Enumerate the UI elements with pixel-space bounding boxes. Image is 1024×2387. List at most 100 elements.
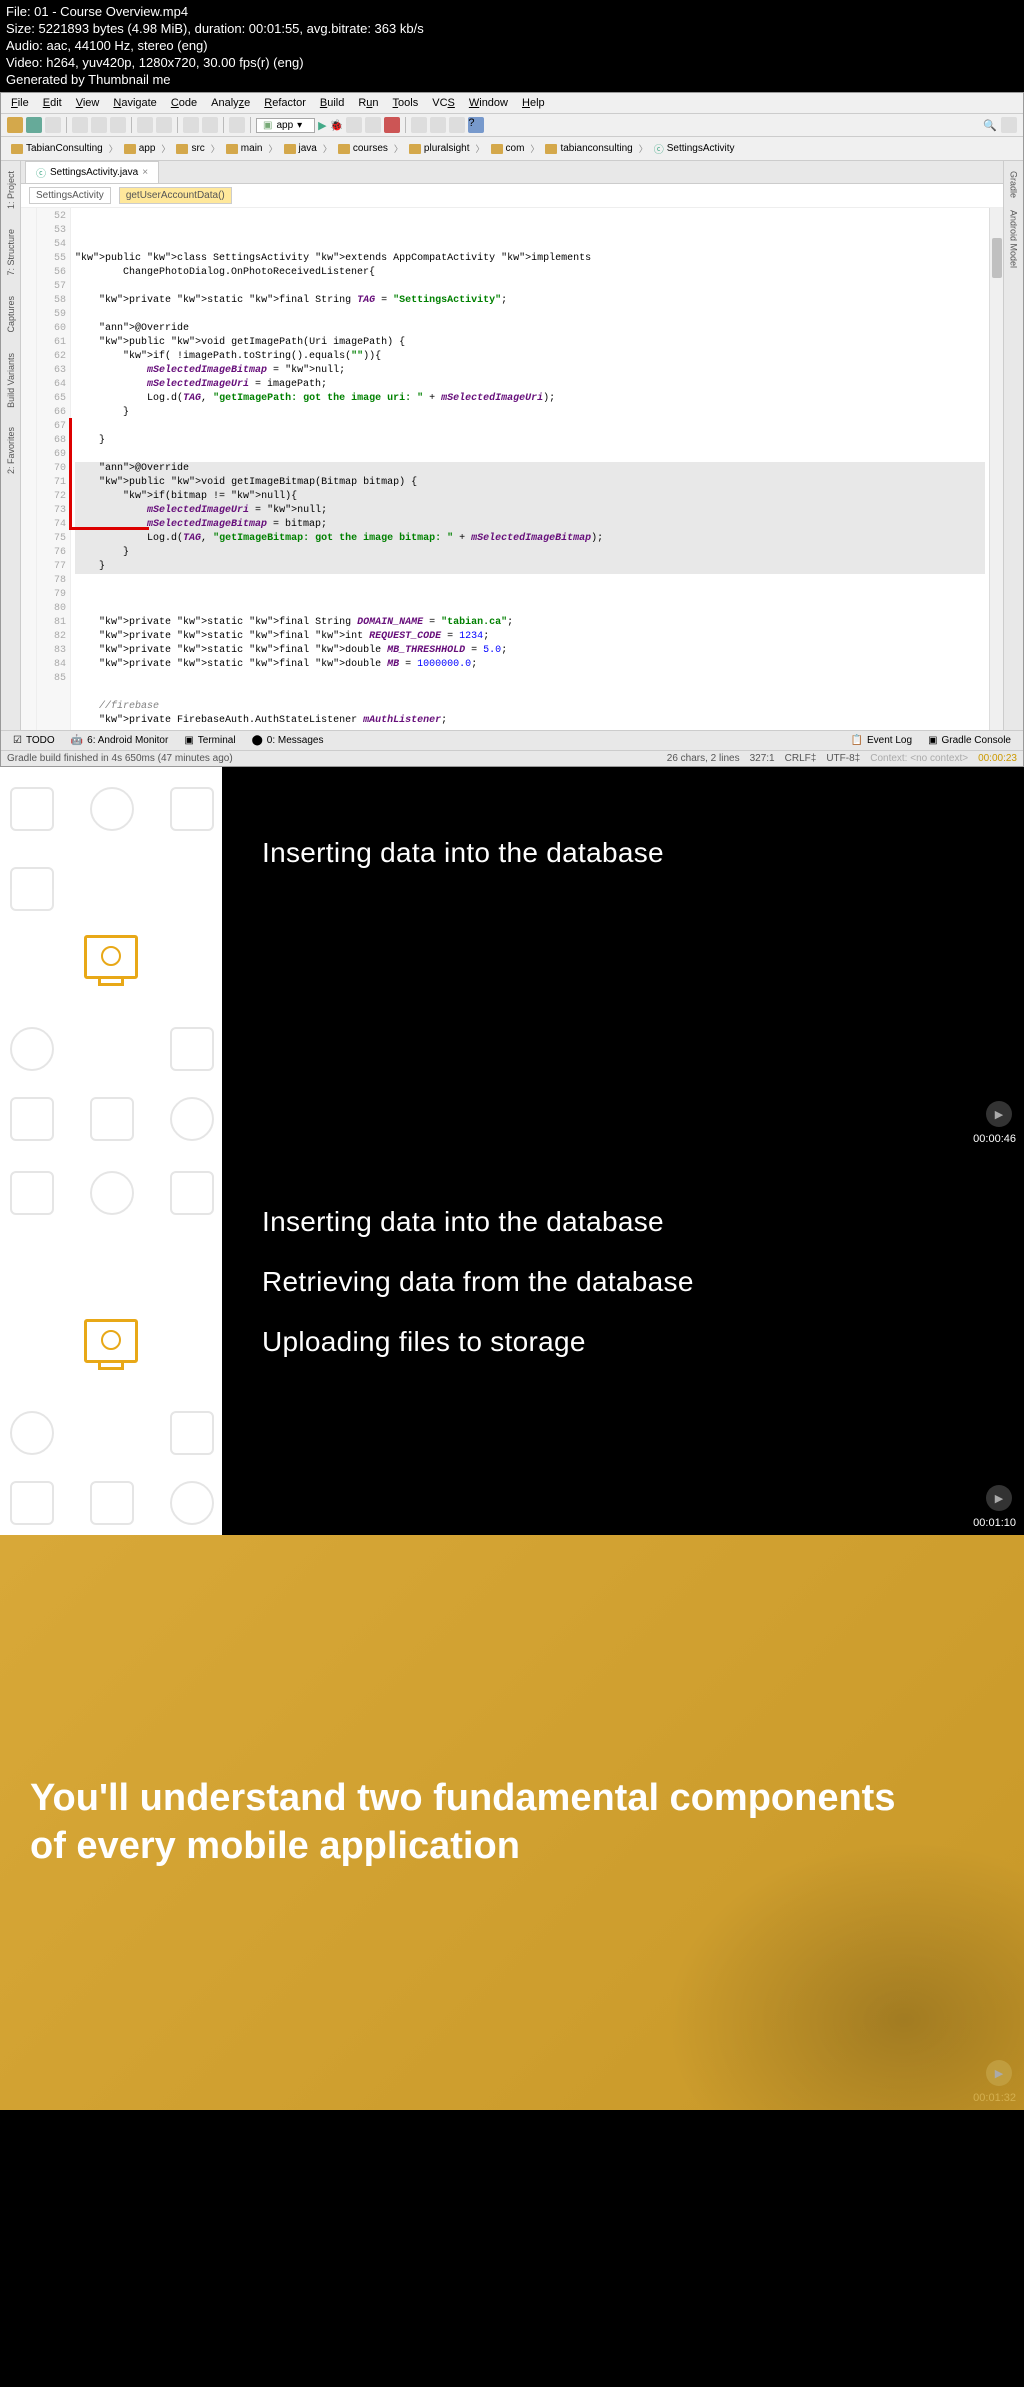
menu-run[interactable]: Run (352, 95, 384, 111)
close-icon[interactable]: × (142, 167, 148, 178)
debug-icon[interactable]: 🐞 (330, 119, 344, 132)
tab-event-log[interactable]: 📋 Event Log (843, 733, 921, 748)
bc-pluralsight[interactable]: pluralsight (405, 142, 474, 155)
gutter-icons (21, 208, 37, 730)
menubar: File Edit View Navigate Code Analyze Ref… (1, 93, 1023, 114)
bc-main[interactable]: main (222, 142, 267, 155)
tab-build-variants[interactable]: Build Variants (4, 347, 18, 414)
menu-file[interactable]: File (5, 95, 35, 111)
tab-gradle-console[interactable]: ▣ Gradle Console (920, 733, 1019, 748)
slide-content: Inserting data into the database (222, 767, 1024, 1151)
bc-src[interactable]: src (172, 142, 208, 155)
bc-project[interactable]: TabianConsulting (7, 142, 107, 155)
bc-class[interactable]: ⓒSettingsActivity (650, 140, 739, 157)
member-breadcrumb: SettingsActivity getUserAccountData() (21, 184, 1003, 208)
menu-code[interactable]: Code (165, 95, 203, 111)
bc-courses[interactable]: courses (334, 142, 392, 155)
status-encoding[interactable]: UTF-8‡ (826, 753, 860, 764)
tab-terminal[interactable]: ▣ Terminal (176, 733, 243, 748)
slide-line-3: Uploading files to storage (262, 1326, 984, 1358)
crumb-class[interactable]: SettingsActivity (29, 187, 111, 204)
tab-captures[interactable]: Captures (4, 290, 18, 339)
status-time: 00:00:23 (978, 753, 1017, 764)
avd-icon[interactable] (411, 117, 427, 133)
tab-project[interactable]: 1: Project (4, 165, 18, 215)
slide-left-panel (0, 767, 222, 1151)
bc-pkg[interactable]: tabianconsulting (541, 142, 636, 155)
scroll-thumb[interactable] (992, 238, 1002, 278)
cut-icon[interactable] (72, 117, 88, 133)
code-content[interactable]: "kw">public "kw">class SettingsActivity … (71, 208, 989, 730)
slide-content: Inserting data into the database Retriev… (222, 1151, 1024, 1535)
help-icon[interactable]: ? (468, 117, 484, 133)
chevron-down-icon: ▾ (297, 120, 302, 131)
menu-window[interactable]: Window (463, 95, 514, 111)
crumb-method[interactable]: getUserAccountData() (119, 187, 232, 204)
menu-vcs[interactable]: VCS (426, 95, 461, 111)
settings-icon[interactable] (449, 117, 465, 133)
hex-monitor-icon (41, 1271, 181, 1411)
slide-line-2: Retrieving data from the database (262, 1266, 984, 1298)
editor-tabs: ⓒ SettingsActivity.java × (21, 161, 1003, 184)
slide-3: You'll understand two fundamental compon… (0, 1535, 1024, 2110)
status-line-sep[interactable]: CRLF‡ (785, 753, 817, 764)
menu-help[interactable]: Help (516, 95, 551, 111)
open-icon[interactable] (7, 117, 23, 133)
forward-icon[interactable] (202, 117, 218, 133)
filter-icon[interactable] (1001, 117, 1017, 133)
timestamp: 00:01:32 (973, 2092, 1016, 2104)
ide-window: File Edit View Navigate Code Analyze Ref… (0, 92, 1024, 767)
status-context: Context: <no context> (870, 753, 968, 764)
save-icon[interactable] (26, 117, 42, 133)
timestamp: 00:00:46 (973, 1133, 1016, 1145)
vertical-scrollbar[interactable] (989, 208, 1003, 730)
menu-tools[interactable]: Tools (387, 95, 425, 111)
menu-refactor[interactable]: Refactor (258, 95, 312, 111)
attach-icon[interactable] (365, 117, 381, 133)
right-tool-tabs: Gradle Android Model (1003, 161, 1023, 730)
bc-com[interactable]: com (487, 142, 529, 155)
tab-structure[interactable]: 7: Structure (4, 223, 18, 282)
status-message: Gradle build finished in 4s 650ms (47 mi… (7, 753, 233, 764)
slide-2: Inserting data into the database Retriev… (0, 1151, 1024, 1535)
menu-navigate[interactable]: Navigate (107, 95, 162, 111)
menu-view[interactable]: View (70, 95, 106, 111)
profile-icon[interactable] (346, 117, 362, 133)
red-highlight-bracket (69, 418, 149, 530)
redo-icon[interactable] (156, 117, 172, 133)
tab-todo[interactable]: ☑ TODO (5, 733, 63, 748)
breadcrumb-bar: TabianConsulting〉 app〉 src〉 main〉 java〉 … (1, 137, 1023, 161)
menu-build[interactable]: Build (314, 95, 350, 111)
copy-icon[interactable] (91, 117, 107, 133)
bc-app[interactable]: app (120, 142, 160, 155)
sdk-icon[interactable] (430, 117, 446, 133)
video-line: Video: h264, yuv420p, 1280x720, 30.00 fp… (6, 55, 1018, 72)
stop-icon[interactable] (384, 117, 400, 133)
back-icon[interactable] (183, 117, 199, 133)
undo-icon[interactable] (137, 117, 153, 133)
tab-android-model[interactable]: Android Model (1007, 204, 1021, 274)
status-chars: 26 chars, 2 lines (667, 753, 740, 764)
android-icon: ▣ (263, 120, 272, 131)
tab-messages[interactable]: ⬤ 0: Messages (244, 733, 332, 748)
line-gutter: 5253545556575859606162636465666768697071… (37, 208, 71, 730)
sync-icon[interactable] (45, 117, 61, 133)
menu-analyze[interactable]: Analyze (205, 95, 256, 111)
run-config-selector[interactable]: ▣ app ▾ (256, 118, 315, 133)
tab-favorites[interactable]: 2: Favorites (4, 421, 18, 480)
timestamp: 00:01:10 (973, 1517, 1016, 1529)
menu-edit[interactable]: Edit (37, 95, 68, 111)
slide-1: Inserting data into the database ▶ 00:00… (0, 767, 1024, 1151)
bc-java[interactable]: java (280, 142, 321, 155)
build-icon[interactable] (229, 117, 245, 133)
search-icon[interactable]: 🔍 (983, 119, 997, 132)
run-icon[interactable]: ▶ (318, 119, 326, 132)
size-line: Size: 5221893 bytes (4.98 MiB), duration… (6, 21, 1018, 38)
slide-title: Inserting data into the database (262, 837, 984, 869)
tab-gradle[interactable]: Gradle (1007, 165, 1021, 204)
paste-icon[interactable] (110, 117, 126, 133)
tab-android-monitor[interactable]: 🤖 6: Android Monitor (63, 733, 177, 748)
bottom-tool-tabs: ☑ TODO 🤖 6: Android Monitor ▣ Terminal ⬤… (1, 730, 1023, 750)
editor-tab-settings[interactable]: ⓒ SettingsActivity.java × (25, 161, 159, 183)
code-editor[interactable]: 5253545556575859606162636465666768697071… (21, 208, 1003, 730)
